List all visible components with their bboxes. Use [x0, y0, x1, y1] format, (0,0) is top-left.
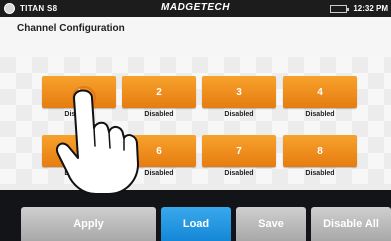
channel-4-number: 4	[283, 76, 357, 108]
channel-4-status: Disabled	[305, 111, 335, 118]
status-bar: TITAN S8 MADGETECH 12:32 PM	[0, 0, 391, 17]
channel-6-button[interactable]: 6 Disabled	[122, 135, 196, 181]
screen: TITAN S8 MADGETECH 12:32 PM Channel Conf…	[0, 0, 391, 241]
clock: 12:32 PM	[353, 4, 388, 13]
save-button[interactable]: Save	[236, 207, 306, 241]
channel-1-status: Disabled	[64, 111, 94, 118]
channel-1-button[interactable]: 1 Disabled	[42, 76, 116, 122]
channel-7-button[interactable]: 7 Disabled	[202, 135, 276, 181]
channel-8-button[interactable]: 8 Disabled	[283, 135, 357, 181]
channel-2-button[interactable]: 2 Disabled	[122, 76, 196, 122]
channel-7-status: Disabled	[224, 170, 254, 177]
channel-8-status: Disabled	[305, 170, 335, 177]
channel-1-number: 1	[42, 76, 116, 108]
channel-5-status: Disabled	[64, 170, 94, 177]
channel-3-status: Disabled	[224, 111, 254, 118]
page-title: Channel Configuration	[17, 23, 125, 34]
channel-5-number: 5	[42, 135, 116, 167]
channel-2-number: 2	[122, 76, 196, 108]
load-button[interactable]: Load	[161, 207, 231, 241]
channel-3-number: 3	[202, 76, 276, 108]
channel-6-status: Disabled	[144, 170, 174, 177]
channel-3-button[interactable]: 3 Disabled	[202, 76, 276, 122]
battery-icon	[330, 4, 350, 13]
channel-8-number: 8	[283, 135, 357, 167]
disable-all-button[interactable]: Disable All	[311, 207, 391, 241]
apply-button[interactable]: Apply	[21, 207, 156, 241]
channel-4-button[interactable]: 4 Disabled	[283, 76, 357, 122]
status-right: 12:32 PM	[330, 2, 388, 15]
channel-5-button[interactable]: 5 Disabled	[42, 135, 116, 181]
channel-7-number: 7	[202, 135, 276, 167]
channel-2-status: Disabled	[144, 111, 174, 118]
channel-6-number: 6	[122, 135, 196, 167]
